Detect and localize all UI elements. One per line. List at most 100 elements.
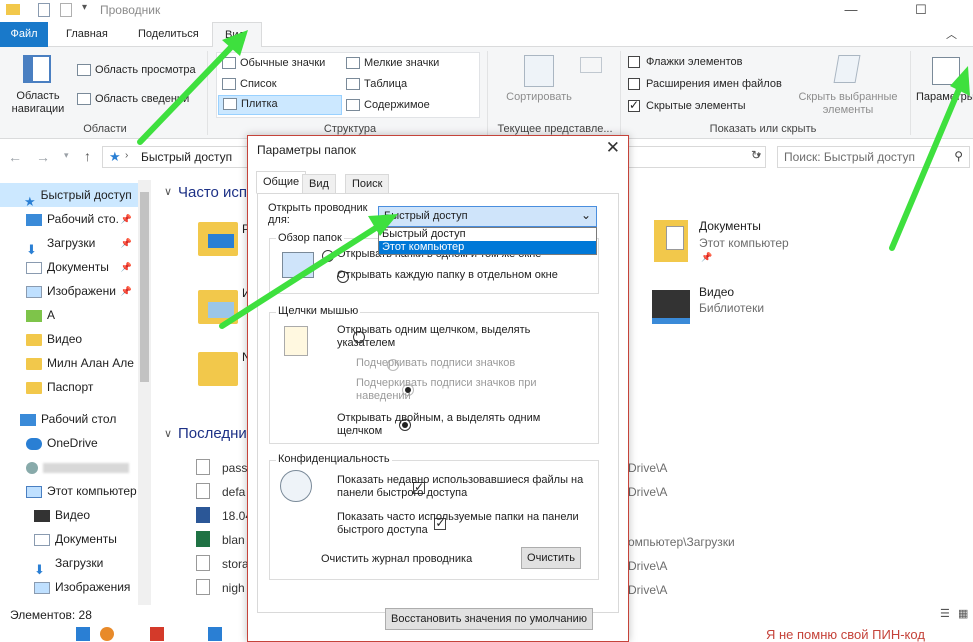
nav-item-documents[interactable]: Документы 📌 xyxy=(0,255,138,279)
nav-item-user[interactable] xyxy=(0,455,138,479)
options-icon xyxy=(932,57,960,85)
nav-item-downloads[interactable]: ⬇ Загрузки 📌 xyxy=(0,231,138,255)
recent-files-header[interactable]: Последни xyxy=(178,425,247,442)
layout-large-icons[interactable]: Обычные значки xyxy=(222,57,325,70)
recent-file-name[interactable]: pass xyxy=(222,461,247,475)
recent-file-path: Drive\А xyxy=(628,461,668,475)
nav-item-pc-documents[interactable]: Документы xyxy=(0,527,138,551)
taskbar-app-icon[interactable] xyxy=(100,627,114,641)
minimize-button[interactable]: — xyxy=(828,0,874,22)
navigation-pane-button[interactable]: Область навигации xyxy=(4,90,72,116)
tab-home[interactable]: Главная xyxy=(54,22,120,47)
recent-file-name[interactable]: blan xyxy=(222,533,245,547)
checkbox[interactable] xyxy=(628,78,640,91)
video-library-icon[interactable] xyxy=(652,290,690,324)
properties-icon[interactable] xyxy=(38,3,50,17)
recent-files-checkbox-label[interactable]: Показать недавно использовавшиеся файлы … xyxy=(337,474,592,500)
close-icon[interactable]: ✕ xyxy=(606,138,620,158)
sort-button[interactable]: Сортировать xyxy=(500,91,578,103)
tab-view[interactable]: Вид xyxy=(302,174,336,194)
chevron-down-icon[interactable]: ∨ xyxy=(164,427,172,440)
nav-item-pc-pictures[interactable]: Изображения xyxy=(0,575,138,599)
recent-file-name[interactable]: defa xyxy=(222,485,245,499)
nav-item-video[interactable]: Видео xyxy=(0,327,138,351)
preview-pane-button[interactable]: Область просмотра xyxy=(77,64,196,77)
open-explorer-dropdown[interactable]: Быстрый доступ ⌄ xyxy=(378,206,597,227)
dropdown-option[interactable]: Быстрый доступ xyxy=(379,228,596,241)
file-extensions-toggle[interactable]: Расширения имен файлов xyxy=(628,78,782,91)
folder-icon[interactable] xyxy=(198,352,238,386)
tab-share[interactable]: Поделиться xyxy=(126,22,211,47)
nav-item-pictures[interactable]: Изображени 📌 xyxy=(0,279,138,303)
back-arrow-icon[interactable]: ← xyxy=(8,149,22,165)
folder-icon[interactable] xyxy=(198,290,238,324)
qat-dropdown-icon[interactable]: ▾ xyxy=(82,2,87,13)
nav-scrollbar[interactable] xyxy=(138,180,151,605)
frequent-folders-header[interactable]: Часто исп xyxy=(178,184,247,201)
tile-name[interactable]: Видео xyxy=(699,285,734,299)
tab-file[interactable]: Файл xyxy=(0,22,48,47)
nav-item-passport[interactable]: Паспорт xyxy=(0,375,138,399)
nav-item-desktop[interactable]: Рабочий сто. 📌 xyxy=(0,207,138,231)
group-by-icon[interactable] xyxy=(580,57,602,73)
tiles-view-icon[interactable]: ▦ xyxy=(958,607,968,620)
nav-item-folder-a[interactable]: А xyxy=(0,303,138,327)
layout-content[interactable]: Содержимое xyxy=(346,99,430,112)
layout-tiles[interactable]: Плитка xyxy=(218,95,342,115)
item-checkboxes-toggle[interactable]: Флажки элементов xyxy=(628,56,742,69)
dropdown-option[interactable]: Этот компьютер xyxy=(379,241,596,254)
nav-item-milne[interactable]: Милн Алан Але xyxy=(0,351,138,375)
nav-item-desktop-root[interactable]: Рабочий стол xyxy=(0,407,138,431)
details-pane-button[interactable]: Область сведений xyxy=(77,93,189,106)
refresh-icon[interactable]: ↻ xyxy=(751,148,761,162)
chevron-down-icon[interactable]: ∨ xyxy=(164,185,172,198)
chevron-down-icon[interactable]: ⌄ xyxy=(581,208,591,222)
status-bar: Элементов: 28 xyxy=(0,605,248,625)
frequent-folders-checkbox-label[interactable]: Показать часто используемые папки на пан… xyxy=(337,511,592,537)
file-icon xyxy=(196,555,210,571)
forward-arrow-icon[interactable]: → xyxy=(36,149,50,165)
clear-button[interactable]: Очистить xyxy=(521,547,581,569)
recent-file-name[interactable]: stora xyxy=(222,557,249,571)
tab-general[interactable]: Общие xyxy=(256,171,307,194)
collapse-ribbon-icon[interactable]: ︿ xyxy=(946,26,957,42)
options-button[interactable]: Параметры xyxy=(916,91,973,103)
tile-name[interactable]: Документы xyxy=(699,219,761,233)
browse-group-label: Обзор папок xyxy=(276,232,344,244)
hidden-items-toggle[interactable]: Скрытые элементы xyxy=(628,98,746,113)
recent-file-name[interactable]: nigh xyxy=(222,581,245,595)
recent-locations-icon[interactable]: ▾ xyxy=(64,150,69,161)
new-folder-icon[interactable] xyxy=(60,3,72,17)
layout-label: Таблица xyxy=(364,78,408,90)
search-input[interactable]: Поиск: Быстрый доступ ⚲ xyxy=(777,146,970,168)
browse-option[interactable]: Открывать каждую папку в отдельном окне xyxy=(337,269,558,282)
tab-view[interactable]: Вид xyxy=(212,22,262,48)
documents-folder-icon[interactable] xyxy=(654,220,688,262)
layout-details[interactable]: Таблица xyxy=(346,78,408,91)
radio[interactable] xyxy=(322,249,334,262)
navigation-pane-icon xyxy=(23,55,51,83)
nav-item-this-pc[interactable]: Этот компьютер xyxy=(0,479,138,503)
checkbox[interactable] xyxy=(628,98,640,113)
single-click-option[interactable]: Открывать одним щелчком, выделять указат… xyxy=(337,324,547,350)
taskbar-app-icon[interactable] xyxy=(76,627,90,641)
nav-item-pc-video[interactable]: Видео xyxy=(0,503,138,527)
details-view-icon[interactable]: ☰ xyxy=(940,607,950,620)
word-file-icon xyxy=(196,507,210,523)
taskbar-app-icon[interactable] xyxy=(208,627,222,641)
folder-icon[interactable] xyxy=(198,222,238,256)
layout-list[interactable]: Список xyxy=(222,78,277,91)
scrollbar-thumb[interactable] xyxy=(140,192,149,382)
nav-item-pc-downloads[interactable]: ⬇ Загрузки xyxy=(0,551,138,575)
nav-item-quick-access[interactable]: ★ Быстрый доступ xyxy=(0,183,138,207)
up-arrow-icon[interactable]: ↑ xyxy=(84,148,91,164)
layout-small-icons[interactable]: Мелкие значки xyxy=(346,57,439,70)
checkbox[interactable] xyxy=(628,56,640,69)
double-click-option[interactable]: Открывать двойным, а выделять одним щелч… xyxy=(337,412,557,438)
tab-search[interactable]: Поиск xyxy=(345,174,390,194)
hide-selected-button[interactable]: Скрыть выбранные элементы xyxy=(792,91,904,117)
maximize-button[interactable]: ☐ xyxy=(898,0,944,22)
restore-defaults-button[interactable]: Восстановить значения по умолчанию xyxy=(385,608,593,630)
taskbar-app-icon[interactable] xyxy=(150,627,164,641)
nav-item-onedrive[interactable]: OneDrive xyxy=(0,431,138,455)
